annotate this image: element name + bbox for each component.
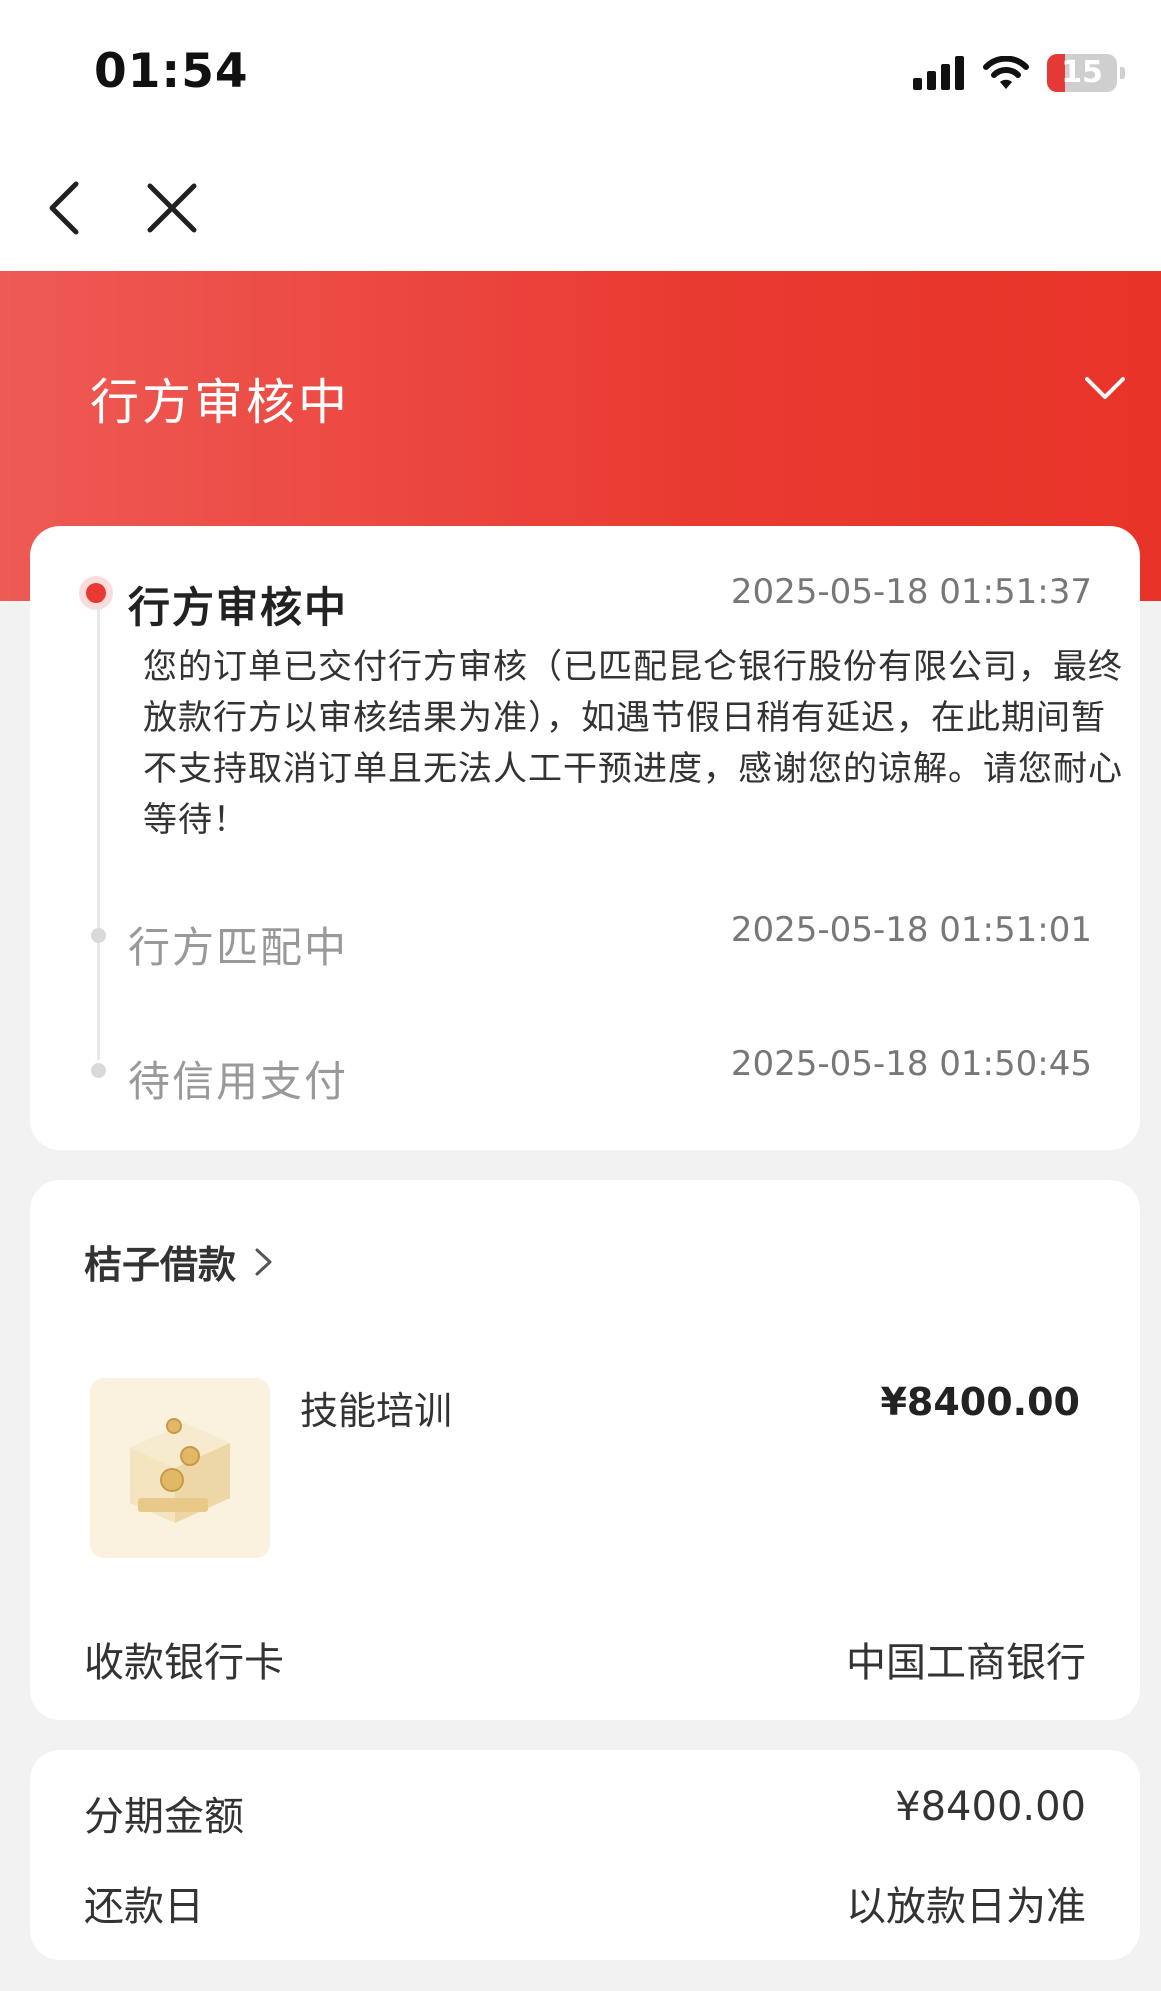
progress-card: 行方审核中 2025-05-18 01:51:37 您的订单已交付行方审核（已匹… <box>30 526 1140 1150</box>
product-price: ¥8400.00 <box>880 1380 1080 1424</box>
repay-day-value: 以放款日为准 <box>846 1884 1086 1930</box>
chevron-left-icon <box>49 181 79 235</box>
chevron-right-icon <box>255 1248 272 1275</box>
close-button[interactable] <box>142 178 202 238</box>
installment-amount-label: 分期金额 <box>84 1794 244 1840</box>
timeline-dot <box>91 928 106 943</box>
step-time: 2025-05-18 01:51:01 <box>730 910 1092 950</box>
wifi-icon <box>983 56 1029 89</box>
status-bar: 01:54 15 <box>0 0 1161 140</box>
bank-card-value: 中国工商银行 <box>846 1640 1086 1686</box>
bank-card-label: 收款银行卡 <box>84 1640 284 1686</box>
step-description: 您的订单已交付行方审核（已匹配昆仑银行股份有限公司，最终放款行方以审核结果为准）… <box>143 647 1123 840</box>
signal-icon <box>913 56 964 90</box>
nav-bar <box>0 140 1161 271</box>
step-time: 2025-05-18 01:51:37 <box>730 572 1092 612</box>
product-name: 技能培训 <box>300 1389 453 1433</box>
expand-button[interactable] <box>1081 369 1129 409</box>
status-time: 01:54 <box>94 44 249 99</box>
timeline-dot <box>91 1063 106 1078</box>
step-title: 待信用支付 <box>128 1057 349 1106</box>
installment-amount-row: 分期金额 ¥8400.00 <box>84 1784 1086 1842</box>
merchant-link[interactable]: 桔子借款 <box>84 1234 276 1289</box>
repay-day-label: 还款日 <box>84 1884 204 1930</box>
product-image <box>90 1378 270 1558</box>
step-title: 行方审核中 <box>128 583 349 632</box>
step-title: 行方匹配中 <box>128 923 349 972</box>
status-icons: 15 <box>913 50 1125 96</box>
battery-level: 15 <box>1061 55 1103 90</box>
chevron-down-icon <box>1085 377 1125 399</box>
merchant-name: 桔子借款 <box>84 1243 237 1287</box>
order-card: 桔子借款 技能培训 ¥8400.00 收款银行卡 中国工商银行 <box>30 1180 1140 1720</box>
installment-card: 分期金额 ¥8400.00 还款日 以放款日为准 <box>30 1750 1140 1960</box>
coin-box-icon <box>130 1418 230 1523</box>
timeline-dot-active <box>79 576 113 610</box>
back-button[interactable] <box>38 178 98 238</box>
battery-icon: 15 <box>1047 54 1125 92</box>
repay-day-row: 还款日 以放款日为准 <box>84 1874 1086 1932</box>
installment-amount-value: ¥8400.00 <box>895 1784 1086 1830</box>
banner-title: 行方审核中 <box>90 374 351 431</box>
step-time: 2025-05-18 01:50:45 <box>730 1044 1092 1084</box>
close-icon <box>147 183 197 233</box>
bank-card-row: 收款银行卡 中国工商银行 <box>84 1630 1086 1688</box>
timeline-line <box>97 598 100 1060</box>
